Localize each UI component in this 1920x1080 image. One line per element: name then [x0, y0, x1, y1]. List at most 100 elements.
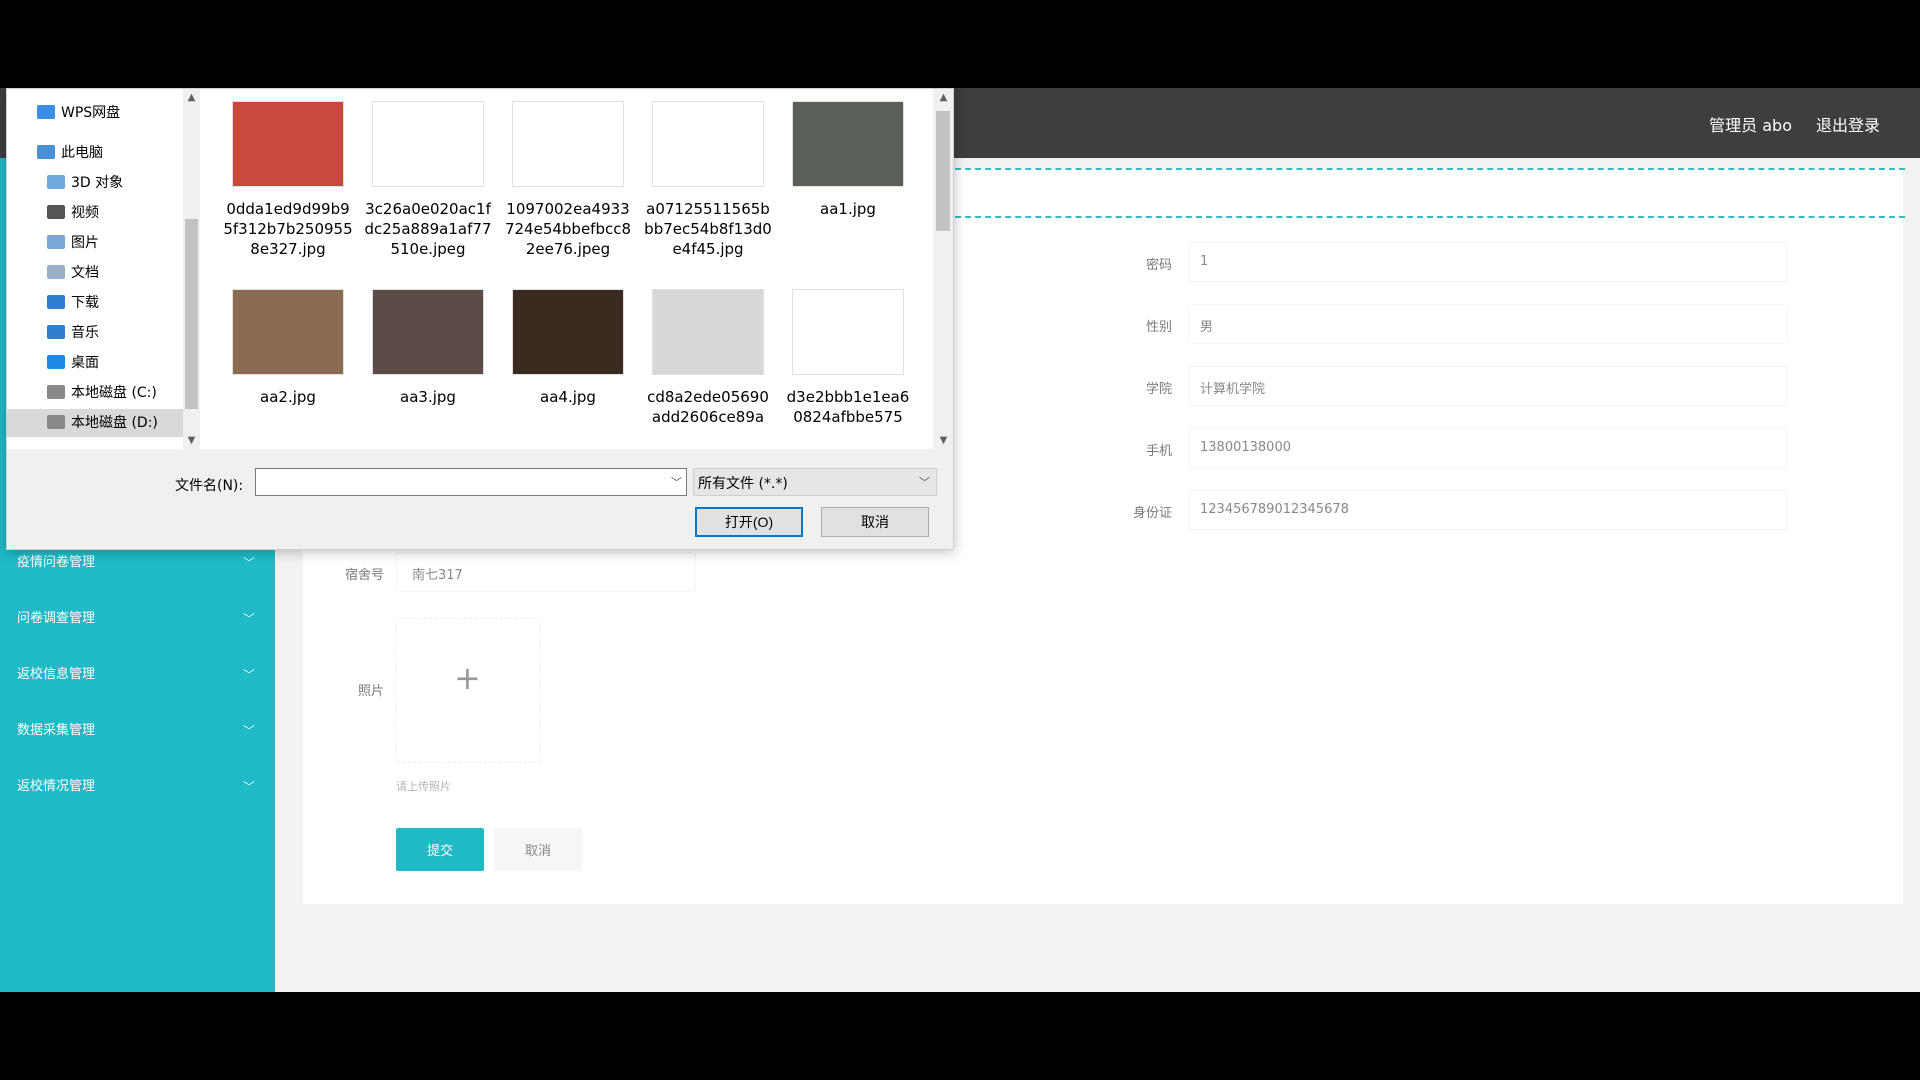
- file-item[interactable]: aa4.jpg: [503, 289, 633, 407]
- nav-item-label: 桌面: [71, 355, 99, 371]
- nav-item-8[interactable]: 音乐: [7, 319, 197, 347]
- file-thumbnail: [232, 101, 344, 187]
- nav-item-3[interactable]: 3D 对象: [7, 169, 197, 197]
- nav-item-4[interactable]: 视频: [7, 199, 197, 227]
- scroll-up-arrow-icon[interactable]: ▲: [935, 89, 952, 106]
- college-value: 计算机学院: [1200, 382, 1266, 397]
- logout-link[interactable]: 退出登录: [1816, 112, 1880, 136]
- drive-d-icon: [47, 415, 65, 429]
- id-card-label: 身份证: [1132, 506, 1172, 521]
- file-thumbnail: [232, 289, 344, 375]
- dorm-value: 南七317: [412, 568, 463, 583]
- video-icon: [47, 205, 65, 219]
- password-value: 1: [1200, 254, 1209, 269]
- gender-value: 男: [1200, 320, 1214, 335]
- filetype-value: 所有文件 (*.*): [698, 476, 788, 492]
- scroll-down-arrow-icon[interactable]: ▼: [935, 432, 952, 449]
- file-item[interactable]: a07125511565bbb7ec54b8f13d0e4f45.jpg: [643, 101, 773, 259]
- music-icon: [47, 325, 65, 339]
- chevron-down-icon: ﹀: [242, 724, 255, 738]
- file-thumbnail: [372, 101, 484, 187]
- file-name: 0dda1ed9d99b95f312b7b2509558e327.jpg: [223, 200, 353, 258]
- file-item[interactable]: 3c26a0e020ac1fdc25a889a1af77510e.jpeg: [363, 101, 493, 259]
- file-name: aa2.jpg: [260, 388, 316, 406]
- file-item[interactable]: d3e2bbb1e1ea60824afbbe575: [783, 289, 913, 427]
- scroll-down-arrow-icon[interactable]: ▼: [183, 432, 200, 449]
- file-thumbnail: [512, 101, 624, 187]
- filename-input[interactable]: ﹀: [255, 468, 687, 496]
- nav-item-5[interactable]: 图片: [7, 229, 197, 257]
- open-button[interactable]: 打开(O): [695, 507, 803, 537]
- college-label: 学院: [1145, 382, 1172, 397]
- file-item[interactable]: aa1.jpg: [783, 101, 913, 219]
- scroll-up-arrow-icon[interactable]: ▲: [183, 89, 200, 106]
- sidebar-item-return-status-mgmt[interactable]: 返校情况管理 ﹀: [0, 767, 275, 807]
- nav-item-label: 3D 对象: [71, 175, 124, 191]
- sidebar-item-label: 返校情况管理: [17, 779, 96, 794]
- nav-item-label: 音乐: [71, 325, 99, 341]
- chevron-down-icon: ﹀: [242, 780, 255, 794]
- file-name: aa4.jpg: [540, 388, 596, 406]
- sidebar-item-label: 返校信息管理: [17, 667, 96, 682]
- chevron-down-icon: ﹀: [242, 612, 255, 626]
- file-thumbnail: [652, 101, 764, 187]
- file-thumbnail: [652, 289, 764, 375]
- cancel-button[interactable]: 取消: [494, 828, 582, 871]
- nav-item-9[interactable]: 桌面: [7, 349, 197, 377]
- nav-item-label: WPS网盘: [61, 105, 121, 121]
- submit-button[interactable]: 提交: [396, 828, 484, 871]
- photo-hint: 请上传照片: [396, 780, 451, 793]
- file-name: d3e2bbb1e1ea60824afbbe575: [786, 388, 910, 426]
- chevron-down-icon[interactable]: ﹀: [671, 474, 682, 490]
- file-item[interactable]: aa2.jpg: [223, 289, 353, 407]
- nav-item-11[interactable]: 本地磁盘 (D:): [7, 409, 197, 437]
- file-name: a07125511565bbb7ec54b8f13d0e4f45.jpg: [644, 200, 772, 258]
- file-name: aa3.jpg: [400, 388, 456, 406]
- gender-label: 性别: [1145, 320, 1172, 335]
- nav-item-label: 视频: [71, 205, 99, 221]
- sidebar-item-data-collection-mgmt[interactable]: 数据采集管理 ﹀: [0, 711, 275, 751]
- college-field[interactable]: [1188, 366, 1788, 406]
- nav-item-1[interactable]: WPS网盘: [7, 99, 197, 127]
- nav-item-label: 图片: [71, 235, 99, 251]
- 3d-objects-icon: [47, 175, 65, 189]
- gender-select[interactable]: [1188, 304, 1788, 344]
- chevron-down-icon: ﹀: [242, 668, 255, 682]
- file-item[interactable]: 1097002ea4933724e54bbefbcc82ee76.jpeg: [503, 101, 633, 259]
- nav-item-2[interactable]: 此电脑: [7, 139, 197, 167]
- file-scrollbar[interactable]: ▲ ▼: [933, 89, 953, 449]
- dialog-cancel-button[interactable]: 取消: [821, 507, 929, 537]
- documents-icon: [47, 265, 65, 279]
- filetype-select[interactable]: 所有文件 (*.*) ﹀: [693, 468, 937, 496]
- file-item[interactable]: 0dda1ed9d99b95f312b7b2509558e327.jpg: [223, 101, 353, 259]
- file-item[interactable]: cd8a2ede05690add2606ce89a: [643, 289, 773, 427]
- photo-upload[interactable]: +: [395, 618, 540, 763]
- sidebar-item-return-info-mgmt[interactable]: 返校信息管理 ﹀: [0, 655, 275, 695]
- file-scrollbar-thumb[interactable]: [936, 111, 950, 231]
- plus-icon: +: [454, 659, 481, 697]
- nav-item-6[interactable]: 文档: [7, 259, 197, 287]
- desktop-icon: [47, 355, 65, 369]
- nav-item-7[interactable]: 下载: [7, 289, 197, 317]
- file-thumbnail: [512, 289, 624, 375]
- file-list-pane: 0dda1ed9d99b95f312b7b2509558e327.jpg 3c26…: [203, 89, 933, 449]
- file-item[interactable]: aa3.jpg: [363, 289, 493, 407]
- nav-item-label: 此电脑: [61, 145, 103, 161]
- id-card-value: 123456789012345678: [1200, 502, 1349, 517]
- phone-value: 13800138000: [1200, 440, 1291, 455]
- drive-c-icon: [47, 385, 65, 399]
- admin-user-label: 管理员 abo: [1709, 116, 1792, 135]
- navigation-pane: WPS网盘此电脑 3D 对象视频图片文档下载音乐桌面本地磁盘 (C:) 本地磁盘 (…: [7, 89, 203, 449]
- password-field[interactable]: [1188, 242, 1788, 282]
- nav-item-label: 文档: [71, 265, 99, 281]
- file-thumbnail: [792, 289, 904, 375]
- pictures-icon: [47, 235, 65, 249]
- password-label: 密码: [1145, 258, 1172, 273]
- dashed-divider: [955, 168, 1905, 218]
- nav-item-10[interactable]: 本地磁盘 (C:): [7, 379, 197, 407]
- photo-label: 照片: [357, 684, 384, 699]
- sidebar-item-questionnaire-mgmt[interactable]: 问卷调查管理 ﹀: [0, 599, 275, 639]
- nav-item-label: 本地磁盘 (D:): [71, 415, 158, 431]
- nav-scrollbar[interactable]: ▲ ▼: [183, 89, 200, 449]
- nav-scrollbar-thumb[interactable]: [185, 219, 198, 409]
